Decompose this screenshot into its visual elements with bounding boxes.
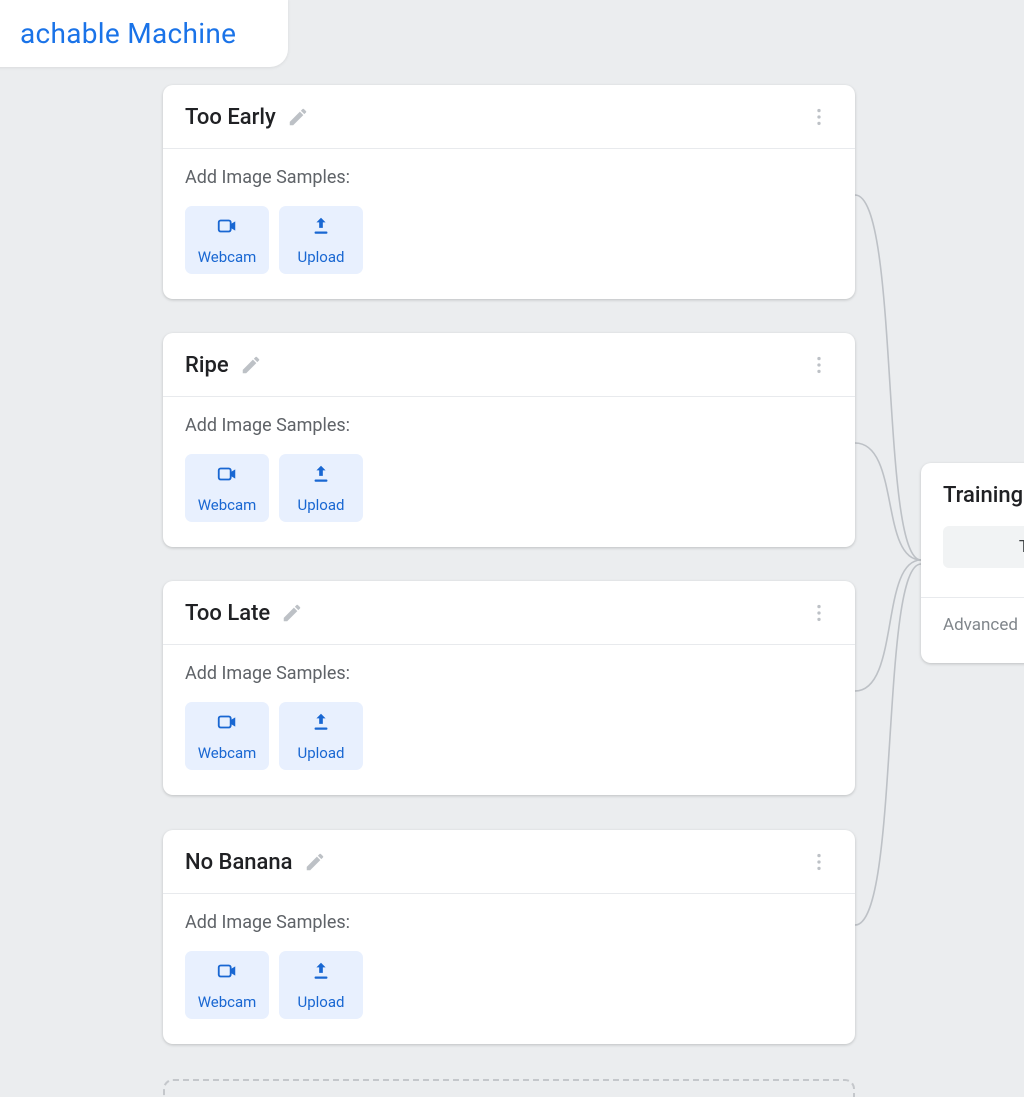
webcam-icon <box>214 215 240 241</box>
upload-button-label: Upload <box>298 744 345 762</box>
class-name: No Banana <box>185 850 293 875</box>
class-card: Ripe Add Image Samples: Webcam Upload <box>163 333 855 547</box>
train-model-button-label: Tra <box>1019 537 1024 557</box>
upload-button-label: Upload <box>298 993 345 1011</box>
class-card: Too Early Add Image Samples: Webcam Uplo… <box>163 85 855 299</box>
class-card-body: Add Image Samples: Webcam Upload <box>163 894 855 1041</box>
divider <box>921 597 1024 598</box>
class-card-header: Too Early <box>163 85 855 149</box>
add-samples-prompt: Add Image Samples: <box>185 167 833 188</box>
upload-button-label: Upload <box>298 248 345 266</box>
class-card-body: Add Image Samples: Webcam Upload <box>163 645 855 792</box>
training-title: Training <box>943 483 1024 508</box>
kebab-menu-icon[interactable] <box>805 848 833 876</box>
webcam-button-label: Webcam <box>198 993 257 1011</box>
upload-button[interactable]: Upload <box>279 206 363 274</box>
app-title-banner[interactable]: achable Machine <box>0 0 288 67</box>
add-samples-prompt: Add Image Samples: <box>185 415 833 436</box>
upload-icon <box>310 463 332 489</box>
upload-icon <box>310 215 332 241</box>
class-name: Too Early <box>185 105 276 130</box>
webcam-icon <box>214 463 240 489</box>
webcam-button-label: Webcam <box>198 496 257 514</box>
upload-icon <box>310 960 332 986</box>
edit-name-icon[interactable] <box>280 601 304 625</box>
upload-button[interactable]: Upload <box>279 454 363 522</box>
advanced-label: Advanced <box>943 615 1018 635</box>
class-card-body: Add Image Samples: Webcam Upload <box>163 149 855 296</box>
edit-name-icon[interactable] <box>239 353 263 377</box>
kebab-menu-icon[interactable] <box>805 351 833 379</box>
class-card-header: Ripe <box>163 333 855 397</box>
kebab-menu-icon[interactable] <box>805 599 833 627</box>
edit-name-icon[interactable] <box>303 850 327 874</box>
class-card: No Banana Add Image Samples: Webcam Uplo… <box>163 830 855 1044</box>
webcam-button-label: Webcam <box>198 744 257 762</box>
webcam-icon <box>214 960 240 986</box>
webcam-button[interactable]: Webcam <box>185 951 269 1019</box>
webcam-button[interactable]: Webcam <box>185 702 269 770</box>
class-name: Ripe <box>185 353 229 378</box>
kebab-menu-icon[interactable] <box>805 103 833 131</box>
train-model-button[interactable]: Tra <box>943 526 1024 568</box>
webcam-button[interactable]: Webcam <box>185 206 269 274</box>
class-name: Too Late <box>185 601 270 626</box>
add-class-card[interactable] <box>163 1079 855 1097</box>
webcam-button[interactable]: Webcam <box>185 454 269 522</box>
upload-icon <box>310 711 332 737</box>
class-card: Too Late Add Image Samples: Webcam Uploa… <box>163 581 855 795</box>
add-samples-prompt: Add Image Samples: <box>185 663 833 684</box>
advanced-toggle[interactable]: Advanced <box>943 615 1018 635</box>
training-panel: Training Tra Advanced <box>921 463 1024 663</box>
upload-button[interactable]: Upload <box>279 951 363 1019</box>
edit-name-icon[interactable] <box>286 105 310 129</box>
webcam-button-label: Webcam <box>198 248 257 266</box>
upload-button-label: Upload <box>298 496 345 514</box>
upload-button[interactable]: Upload <box>279 702 363 770</box>
class-card-header: No Banana <box>163 830 855 894</box>
webcam-icon <box>214 711 240 737</box>
class-card-body: Add Image Samples: Webcam Upload <box>163 397 855 544</box>
add-samples-prompt: Add Image Samples: <box>185 912 833 933</box>
app-title: achable Machine <box>20 17 236 50</box>
class-card-header: Too Late <box>163 581 855 645</box>
